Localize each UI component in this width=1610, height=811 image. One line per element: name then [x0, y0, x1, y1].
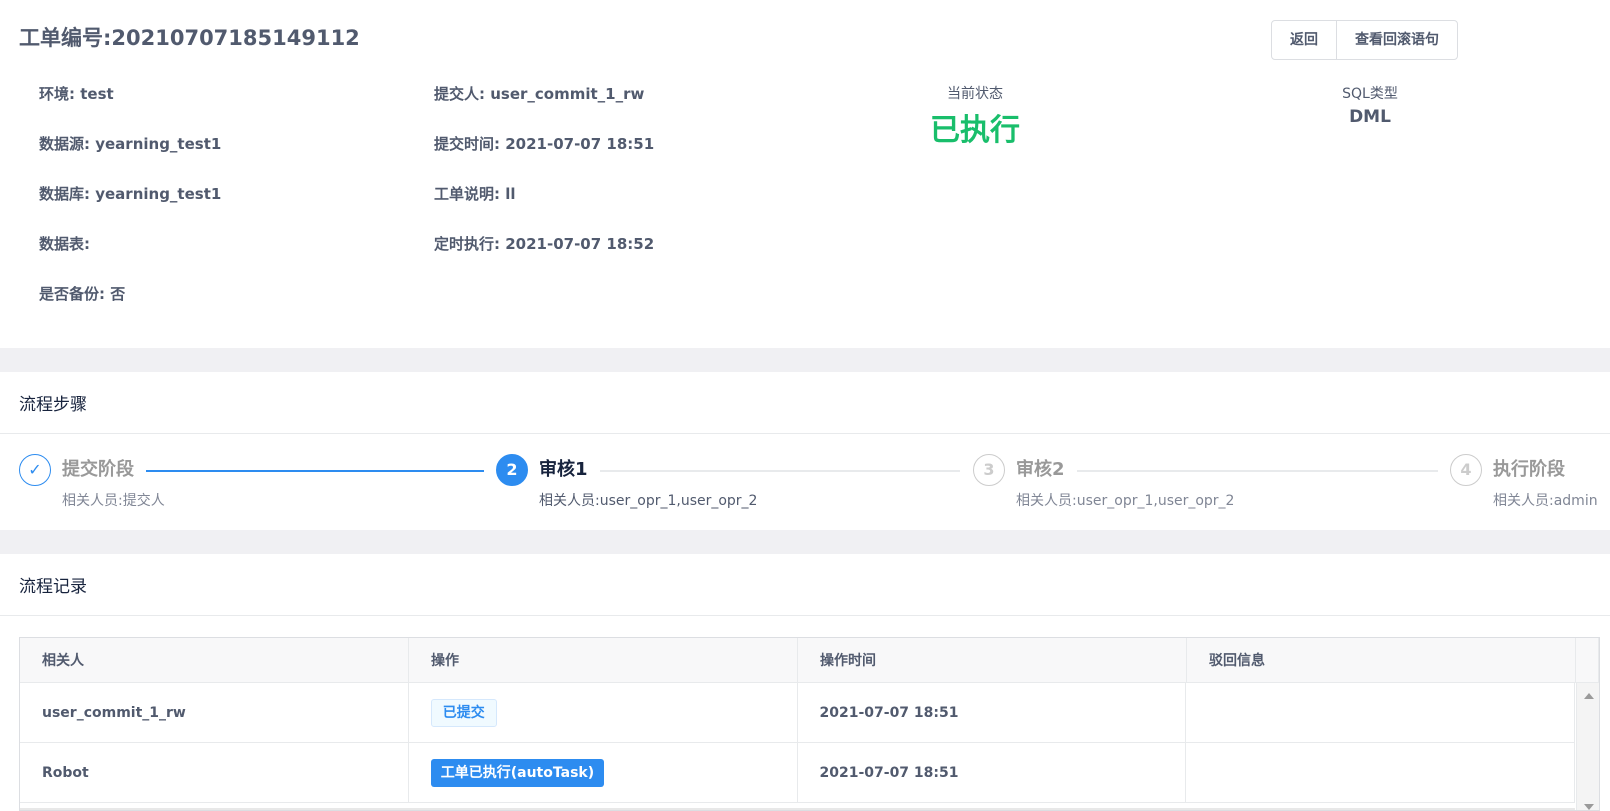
- info-submitter: 提交人: user_commit_1_rw: [434, 85, 645, 103]
- step-title: 审核2: [1016, 454, 1077, 486]
- column-header[interactable]: 操作时间: [798, 638, 1187, 682]
- scroll-up-icon[interactable]: [1584, 693, 1594, 699]
- card-header: 流程记录: [0, 554, 1610, 616]
- process-records-card: 流程记录 相关人 操作 操作时间 驳回信息 user_commit_1_rw 已…: [0, 554, 1610, 811]
- info-env: 环境: test: [39, 85, 114, 103]
- order-info-card: 工单编号:20210707185149112 返回 查看回滚语句 环境: tes…: [0, 0, 1610, 348]
- status-block: 当前状态 已执行: [900, 83, 1050, 149]
- step-title: 审核1: [539, 454, 600, 486]
- cell-person: user_commit_1_rw: [20, 683, 409, 742]
- step-number: 4: [1450, 454, 1482, 486]
- info-scheduled: 定时执行: 2021-07-07 18:52: [434, 235, 655, 253]
- info-table: 数据表:: [39, 235, 90, 253]
- records-card-title: 流程记录: [19, 577, 87, 597]
- step-title: 提交阶段: [62, 454, 146, 486]
- check-icon: ✓: [19, 454, 51, 486]
- status-value: 已执行: [930, 113, 1020, 148]
- header-gutter: [1576, 638, 1599, 682]
- step-desc: 相关人员:user_opr_1,user_opr_2: [539, 493, 758, 509]
- records-table: 相关人 操作 操作时间 驳回信息 user_commit_1_rw 已提交 20…: [19, 637, 1600, 811]
- back-button[interactable]: 返回: [1272, 21, 1336, 59]
- sql-type-value: DML: [1349, 107, 1391, 127]
- action-tag: 已提交: [430, 698, 497, 727]
- info-database: 数据库: yearning_test1: [39, 185, 222, 203]
- steps-card-title: 流程步骤: [19, 395, 87, 415]
- cell-reject: [1186, 743, 1575, 802]
- scroll-down-icon[interactable]: [1584, 804, 1594, 810]
- action-tag: 工单已执行(autoTask): [430, 758, 605, 787]
- table-header: 相关人 操作 操作时间 驳回信息: [20, 638, 1599, 683]
- cell-reject: [1186, 683, 1575, 742]
- column-header[interactable]: 相关人: [20, 638, 409, 682]
- table-row[interactable]: user_commit_1_rw 已提交 2021-07-07 18:51: [20, 683, 1575, 743]
- status-label: 当前状态: [947, 86, 1003, 102]
- column-header[interactable]: 操作: [409, 638, 798, 682]
- step-number: 2: [496, 454, 528, 486]
- cell-action: 已提交: [409, 683, 798, 742]
- step-desc: 相关人员:user_opr_1,user_opr_2: [1016, 493, 1235, 509]
- step-desc: 相关人员:admin: [1493, 493, 1598, 509]
- step-review-1: 2 审核1 相关人员:user_opr_1,user_opr_2: [496, 454, 966, 514]
- step-desc: 相关人员:提交人: [62, 493, 165, 509]
- step-title: 执行阶段: [1493, 454, 1577, 486]
- sql-type-block: SQL类型 DML: [1295, 83, 1445, 127]
- step-number: 3: [973, 454, 1005, 486]
- vertical-scrollbar[interactable]: [1576, 683, 1599, 810]
- info-backup: 是否备份: 否: [39, 285, 126, 303]
- info-description: 工单说明: ll: [434, 185, 516, 203]
- action-button-group: 返回 查看回滚语句: [1271, 20, 1458, 60]
- process-steps-card: 流程步骤 ✓ 提交阶段 相关人员:提交人 2 审核1 相关人员:user_opr…: [0, 372, 1610, 530]
- cell-person: Robot: [20, 743, 409, 802]
- sql-type-label: SQL类型: [1342, 86, 1398, 102]
- column-header[interactable]: 驳回信息: [1187, 638, 1576, 682]
- view-rollback-button[interactable]: 查看回滚语句: [1336, 21, 1457, 59]
- cell-time: 2021-07-07 18:51: [798, 683, 1187, 742]
- info-datasource: 数据源: yearning_test1: [39, 135, 222, 153]
- step-execute: 4 执行阶段 相关人员:admin: [1450, 454, 1610, 514]
- order-title: 工单编号:20210707185149112: [19, 26, 360, 50]
- step-review-2: 3 审核2 相关人员:user_opr_1,user_opr_2: [973, 454, 1443, 514]
- cell-time: 2021-07-07 18:51: [798, 743, 1187, 802]
- table-row[interactable]: Robot 工单已执行(autoTask) 2021-07-07 18:51: [20, 743, 1575, 803]
- cell-action: 工单已执行(autoTask): [409, 743, 798, 802]
- info-submit-time: 提交时间: 2021-07-07 18:51: [434, 135, 655, 153]
- step-submit: ✓ 提交阶段 相关人员:提交人: [19, 454, 489, 514]
- card-header: 流程步骤: [0, 372, 1610, 434]
